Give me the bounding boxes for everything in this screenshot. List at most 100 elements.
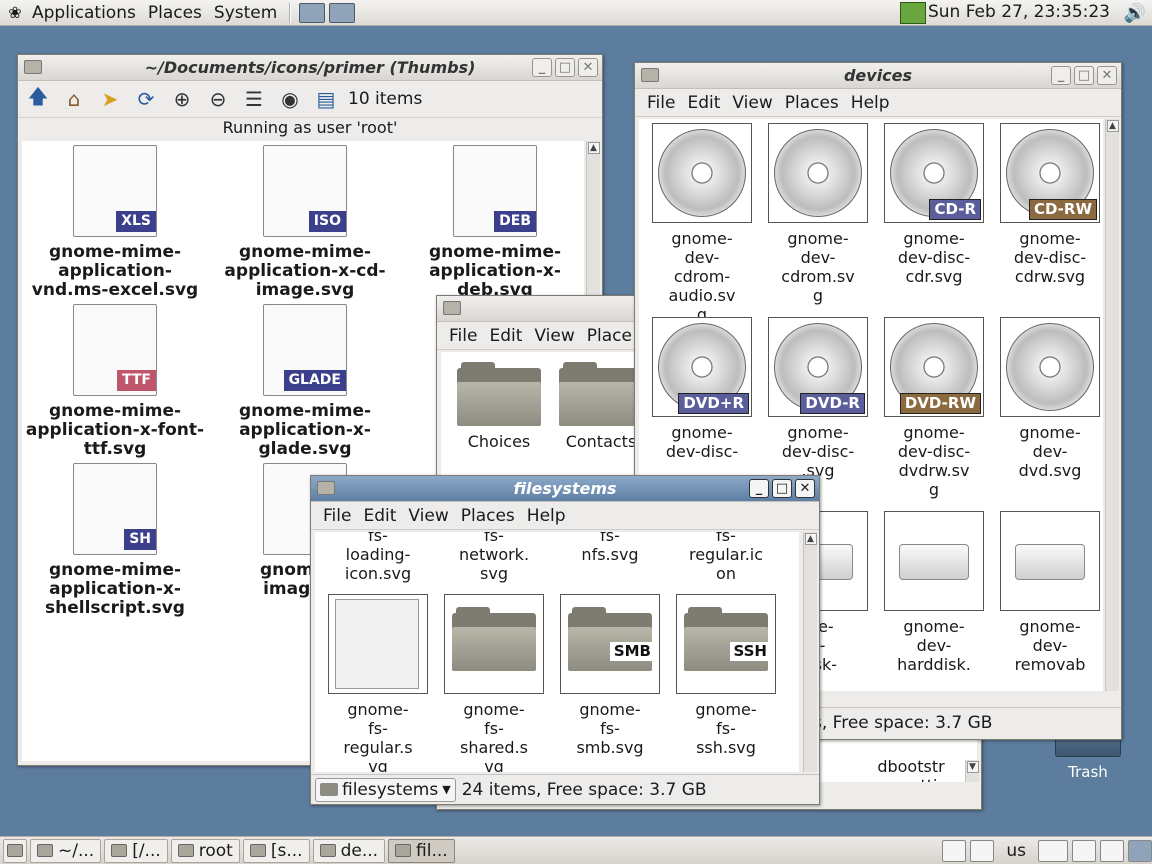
scroll-up-arrow-icon[interactable]: ▲ (587, 142, 600, 154)
window-icon (249, 844, 266, 857)
device-item[interactable]: CD-RW gnome- dev-disc- cdrw.svg (997, 123, 1103, 286)
workspace-4[interactable] (1128, 840, 1152, 862)
menu-file[interactable]: File (443, 326, 483, 346)
device-label: gnome- dev-disc- cdrw.svg (1013, 229, 1087, 286)
taskbar-button[interactable]: de... (312, 838, 386, 863)
taskbar-button[interactable]: root (170, 838, 240, 863)
close-button[interactable]: ✕ (795, 479, 815, 498)
menu-view[interactable]: View (726, 93, 778, 113)
device-item[interactable]: gnome- dev- cdrom.sv g (765, 123, 871, 305)
window-menu-icon[interactable] (317, 481, 335, 495)
menu-edit[interactable]: Edit (483, 326, 528, 346)
keyboard-layout[interactable]: us (998, 841, 1034, 861)
scroll-up-arrow-icon[interactable]: ▲ (804, 533, 817, 545)
maximize-button[interactable]: □ (555, 58, 575, 77)
menu-help[interactable]: Help (521, 506, 572, 526)
file-item[interactable]: TTF gnome-mime- application-x-font- ttf.s… (22, 304, 208, 459)
device-item[interactable]: gnome- dev- cdrom- audio.sv g (649, 123, 755, 324)
file-item[interactable]: SH gnome-mime- application-x- shellscript… (22, 463, 208, 618)
taskbar-button[interactable]: fil... (388, 838, 455, 863)
scroll-down-arrow-icon[interactable]: ▼ (966, 761, 979, 773)
details-icon[interactable]: ▤ (312, 85, 340, 113)
preview-eye-icon[interactable]: ◉ (276, 85, 304, 113)
taskbar-button[interactable]: [/... (104, 838, 168, 863)
device-item[interactable]: gnome- dev- dvd.svg (997, 317, 1103, 480)
fs-item-partial[interactable]: fs- loading- icon.svg (325, 532, 431, 583)
menu-places[interactable]: Place (581, 326, 638, 346)
menu-places[interactable]: Places (455, 506, 521, 526)
menu-file[interactable]: File (317, 506, 357, 526)
show-desktop-button[interactable] (3, 838, 27, 863)
terminal-launcher-icon[interactable] (299, 2, 326, 23)
list-view-icon[interactable]: ☰ (240, 85, 268, 113)
menu-places[interactable]: Places (142, 3, 208, 23)
file-dbootstrap-settings[interactable]: dbootstr ap_settin gs (857, 738, 965, 782)
window-menu-icon[interactable] (24, 60, 42, 74)
device-item[interactable]: DVD+R gnome- dev-disc- (649, 317, 755, 461)
fs-item[interactable]: gnome- fs- regular.s vg (325, 594, 431, 772)
device-item[interactable]: DVD-RW gnome- dev-disc- dvdrw.sv g (881, 317, 987, 499)
close-button[interactable]: ✕ (1097, 66, 1117, 85)
menu-view[interactable]: View (402, 506, 454, 526)
mid-scrollbar[interactable]: ▼ (965, 760, 979, 782)
window-menu-icon[interactable] (443, 301, 461, 315)
folder-choices[interactable]: Choices (451, 362, 547, 451)
fs-item-partial[interactable]: fs- regular.ic on (673, 532, 779, 583)
volume-icon[interactable]: 🔊 (1124, 3, 1146, 24)
location-dropdown[interactable]: filesystems ▼ (315, 777, 456, 802)
menu-places[interactable]: Places (779, 93, 845, 113)
menu-view[interactable]: View (528, 326, 580, 346)
maximize-button[interactable]: □ (772, 479, 792, 498)
devices-scrollbar[interactable]: ▲ (1105, 119, 1119, 691)
go-icon[interactable]: ➤ (96, 85, 124, 113)
zoom-in-icon[interactable]: ⊕ (168, 85, 196, 113)
panel-clock[interactable]: Sun Feb 27, 23:35:23 (928, 2, 1110, 22)
taskbar-button[interactable]: [s... (242, 838, 310, 863)
minimize-button[interactable]: _ (749, 479, 769, 498)
file-item[interactable]: XLS gnome-mime- application- vnd.ms-excel… (22, 145, 208, 300)
device-item[interactable]: DVD-R gnome- dev-disc- .svg (765, 317, 871, 480)
desktop-switch-launcher-icon[interactable] (329, 2, 356, 23)
maximize-button[interactable]: □ (1074, 66, 1094, 85)
menu-help[interactable]: Help (845, 93, 896, 113)
network-icon[interactable] (900, 2, 926, 24)
workspace-1[interactable] (1038, 840, 1068, 862)
thumbs-titlebar[interactable]: ~/Documents/icons/primer (Thumbs) _ □ ✕ (18, 55, 602, 81)
fs-item-partial[interactable]: fs- nfs.svg (557, 532, 663, 564)
fs-item[interactable]: gnome- fs- shared.s vg (441, 594, 547, 772)
devices-titlebar[interactable]: devices _ □ ✕ (635, 63, 1121, 89)
up-arrow-icon[interactable]: 🡅 (24, 84, 52, 113)
fs-item-partial[interactable]: fs- network. svg (441, 532, 547, 583)
scroll-up-arrow-icon[interactable]: ▲ (1106, 120, 1119, 132)
filesystems-titlebar[interactable]: filesystems _ □ ✕ (311, 476, 819, 502)
menu-file[interactable]: File (641, 93, 681, 113)
menu-system[interactable]: System (208, 3, 283, 23)
workspace-3[interactable] (1100, 840, 1124, 862)
refresh-icon[interactable]: ⟳ (132, 85, 160, 113)
device-item[interactable]: CD-R gnome- dev-disc- cdr.svg (881, 123, 987, 286)
minimize-button[interactable]: _ (532, 58, 552, 77)
tray-minimize-icon-2[interactable] (970, 840, 995, 862)
filesystems-scrollbar[interactable]: ▲ (803, 532, 817, 772)
tray-minimize-icon[interactable] (942, 840, 967, 862)
home-icon[interactable]: ⌂ (60, 85, 88, 113)
window-menu-icon[interactable] (641, 68, 659, 82)
taskbar-button[interactable]: ~/... (30, 838, 102, 863)
menu-edit[interactable]: Edit (681, 93, 726, 113)
device-item[interactable]: gnome- dev- removab (997, 511, 1103, 674)
file-item[interactable]: DEB gnome-mime- application-x- deb.svg (402, 145, 584, 300)
menu-edit[interactable]: Edit (357, 506, 402, 526)
file-item[interactable]: ISO gnome-mime- application-x-cd- image.s… (212, 145, 398, 300)
workspace-2[interactable] (1072, 840, 1096, 862)
device-item[interactable]: gnome- dev- harddisk. (881, 511, 987, 674)
minimize-button[interactable]: _ (1051, 66, 1071, 85)
fs-item[interactable]: SSH gnome- fs- ssh.svg (673, 594, 779, 757)
file-type-badge: XLS (116, 211, 156, 232)
file-item[interactable]: GLADE gnome-mime- application-x- glade.sv… (212, 304, 398, 459)
zoom-out-icon[interactable]: ⊖ (204, 85, 232, 113)
gnome-foot-icon[interactable]: ❀ (4, 2, 26, 24)
disc-shape (774, 129, 862, 217)
close-button[interactable]: ✕ (578, 58, 598, 77)
fs-item[interactable]: SMB gnome- fs- smb.svg (557, 594, 663, 757)
menu-applications[interactable]: Applications (26, 3, 142, 23)
